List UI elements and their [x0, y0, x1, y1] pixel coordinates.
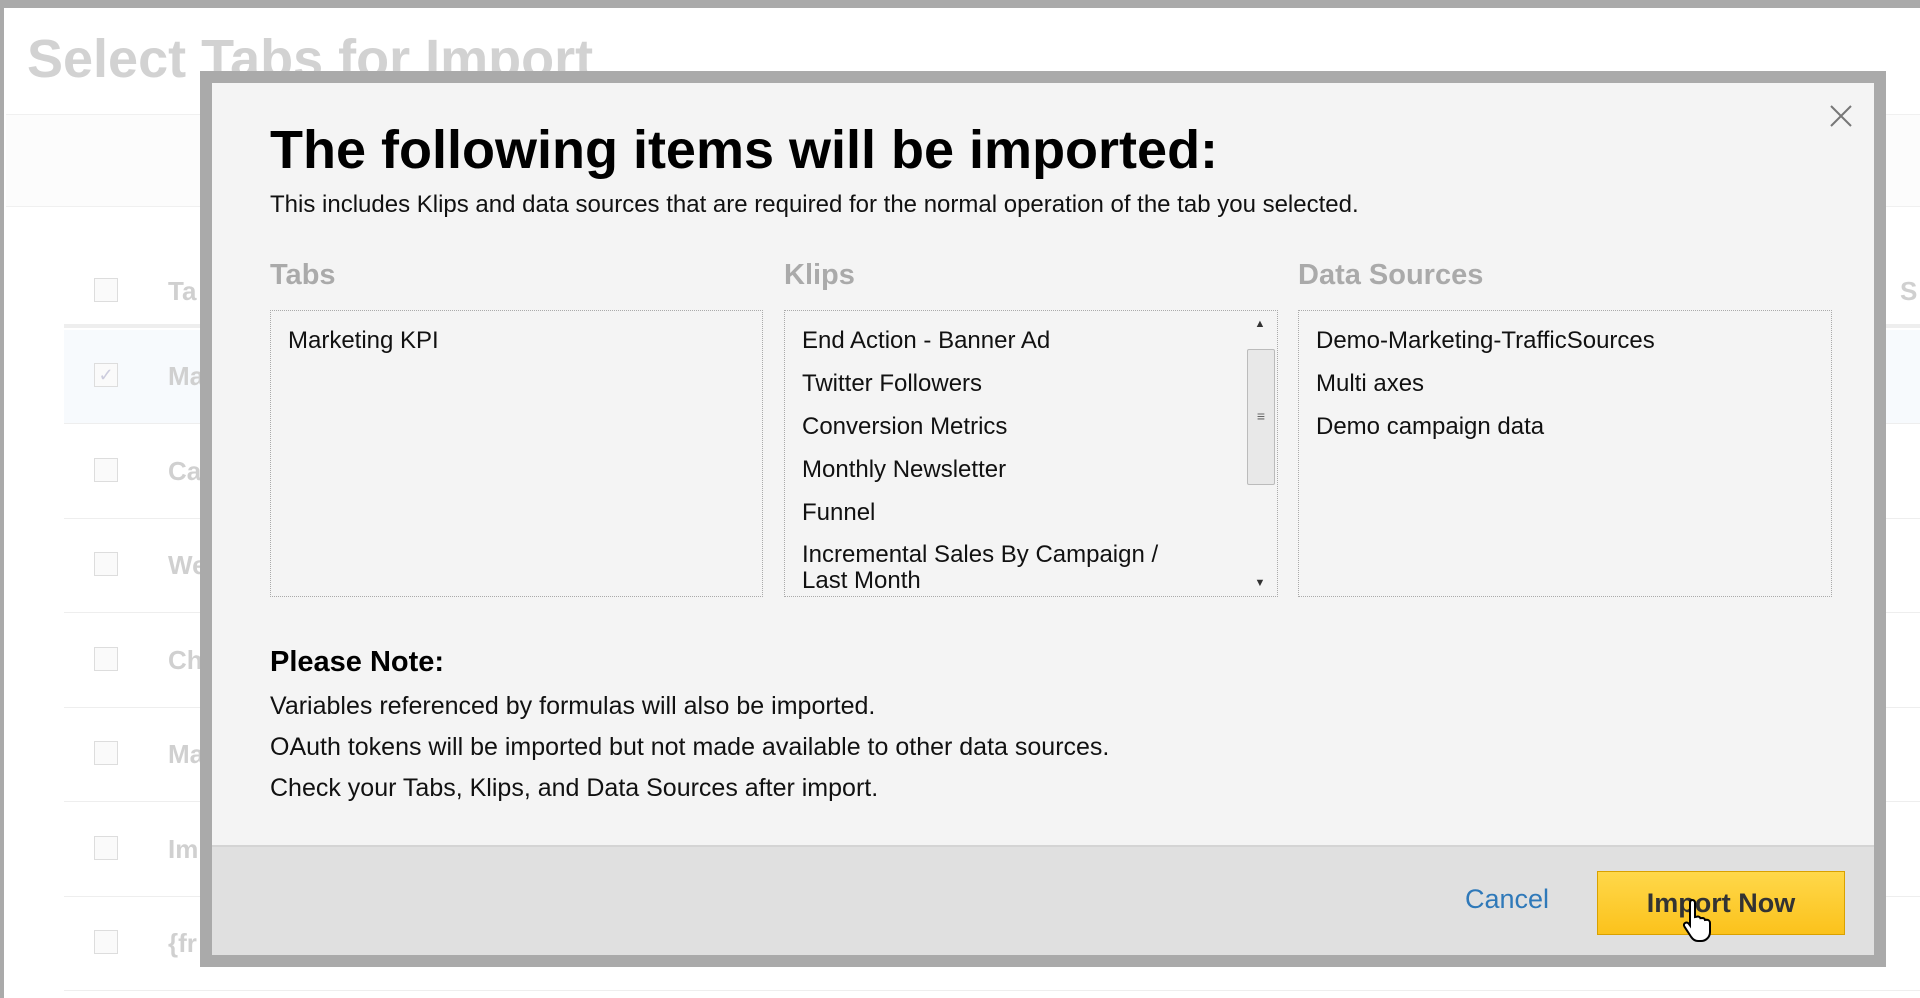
list-item: Marketing KPI: [288, 327, 439, 354]
list-item: Conversion Metrics: [802, 413, 1008, 440]
note-title: Please Note:: [270, 646, 445, 678]
top-bar: [0, 0, 1920, 8]
row-label: Ma: [168, 739, 205, 769]
row-checkbox[interactable]: [94, 741, 118, 765]
row-label: Ma: [168, 361, 205, 391]
import-dialog: The following items will be imported: Th…: [200, 71, 1886, 967]
scrollbar-thumb[interactable]: ≡: [1247, 349, 1275, 485]
list-item: Incremental Sales By Campaign / Last Mon…: [802, 541, 1159, 594]
list-item: Multi axes: [1316, 370, 1425, 397]
list-item: Twitter Followers: [802, 370, 983, 397]
cancel-button[interactable]: Cancel: [1465, 884, 1549, 915]
klips-list[interactable]: End Action - Banner Ad Twitter Followers…: [784, 310, 1278, 597]
list-item: End Action - Banner Ad: [802, 327, 1051, 354]
list-item: Funnel: [802, 499, 876, 526]
hand-cursor-icon: [1682, 898, 1711, 942]
dialog-heading: The following items will be imported:: [270, 120, 1219, 180]
dialog-subtitle: This includes Klips and data sources tha…: [270, 191, 1359, 218]
note-line: Variables referenced by formulas will al…: [270, 692, 876, 720]
row-label: {fr: [168, 928, 197, 958]
klips-scrollbar[interactable]: ▲ ≡ ▼: [1245, 313, 1275, 594]
row-checkbox[interactable]: [94, 835, 118, 860]
row-label: Ch: [168, 644, 203, 675]
row-checkbox[interactable]: [94, 552, 118, 576]
list-item: Demo-Marketing-TrafficSources: [1316, 327, 1655, 354]
dialog-footer: Cancel Import Now: [212, 845, 1874, 955]
list-item: Demo campaign data: [1316, 413, 1545, 440]
tabs-list: Marketing KPI: [270, 310, 763, 597]
tabs-column-title: Tabs: [270, 259, 336, 291]
row-checkbox[interactable]: [94, 646, 118, 671]
data-sources-list: Demo-Marketing-TrafficSources Multi axes…: [1298, 310, 1832, 597]
klips-column-title: Klips: [784, 259, 855, 291]
scroll-down-arrow-icon[interactable]: ▼: [1245, 572, 1275, 594]
close-icon[interactable]: [1826, 101, 1856, 131]
note-line: Check your Tabs, Klips, and Data Sources…: [270, 774, 879, 802]
row-label: Ca: [168, 455, 202, 486]
scroll-up-arrow-icon[interactable]: ▲: [1245, 313, 1275, 335]
list-item: Monthly Newsletter: [802, 456, 1007, 483]
left-border: [0, 0, 4, 998]
import-now-button[interactable]: Import Now: [1597, 871, 1845, 935]
data-sources-column-title: Data Sources: [1298, 259, 1484, 291]
note-line: OAuth tokens will be imported but not ma…: [270, 733, 1110, 761]
row-checkbox[interactable]: ✓: [94, 363, 118, 387]
row-label: Im: [168, 833, 199, 864]
row-checkbox[interactable]: [94, 930, 118, 954]
row-checkbox[interactable]: [94, 457, 118, 482]
